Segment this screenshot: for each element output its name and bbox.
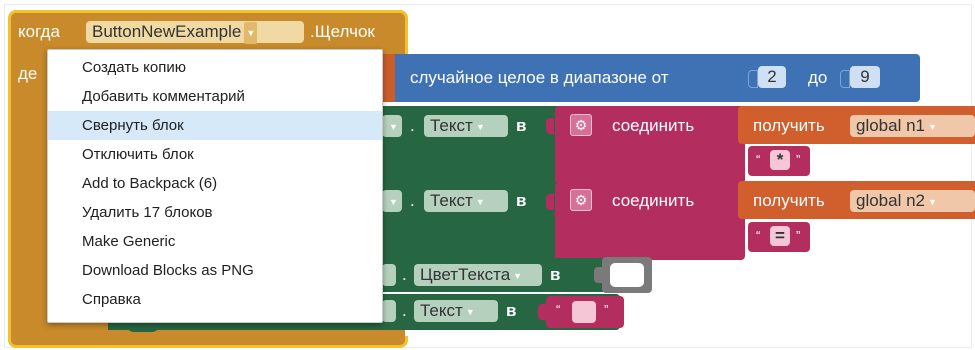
component-dropdown-row3[interactable] bbox=[382, 264, 396, 286]
join-mutator-button-2[interactable]: ⚙ bbox=[570, 189, 592, 211]
dot-label: . bbox=[402, 301, 407, 320]
join-socket-2 bbox=[546, 194, 554, 210]
property-name: Текст bbox=[430, 116, 473, 135]
dropdown-arrow-icon: ▼ bbox=[475, 121, 485, 132]
event-name-label: .Щелчок bbox=[310, 22, 375, 41]
string-input-1[interactable]: * bbox=[770, 150, 790, 170]
component-dropdown-row2[interactable]: ▼ bbox=[382, 190, 402, 212]
close-quote: ” bbox=[604, 302, 609, 317]
block-context-menu[interactable]: Создать копию Добавить комментарий Сверн… bbox=[47, 49, 383, 323]
random-from-socket bbox=[748, 70, 758, 88]
empty-string-input[interactable] bbox=[572, 301, 596, 323]
menu-item-delete-blocks[interactable]: Удалить 17 блоков bbox=[48, 198, 382, 227]
gear-icon: ⚙ bbox=[574, 117, 588, 133]
close-quote: ” bbox=[796, 152, 801, 167]
dropdown-arrow-icon: ▼ bbox=[928, 196, 937, 207]
dropdown-arrow-icon: ▼ bbox=[389, 121, 398, 132]
dropdown-arrow-icon: ▼ bbox=[465, 306, 475, 317]
color-socket bbox=[594, 267, 602, 283]
join-socket-1 bbox=[546, 118, 554, 134]
dropdown-arrow-icon: ▼ bbox=[244, 21, 258, 44]
open-quote: “ bbox=[756, 152, 761, 167]
menu-item-add-to-backpack[interactable]: Add to Backpack (6) bbox=[48, 169, 382, 198]
menu-item-make-generic[interactable]: Make Generic bbox=[48, 227, 382, 256]
set-to-label: в bbox=[516, 191, 527, 210]
variable-dropdown-1[interactable]: global n1 ▼ bbox=[850, 115, 975, 137]
event-when-label: когда bbox=[18, 22, 60, 41]
dropdown-arrow-icon: ▼ bbox=[513, 270, 523, 281]
dropdown-arrow-icon: ▼ bbox=[475, 196, 485, 207]
join-label: соединить bbox=[612, 116, 695, 135]
set-to-label: в bbox=[516, 116, 527, 135]
close-quote: ” bbox=[796, 228, 801, 243]
component-name: ButtonNewExample bbox=[92, 22, 242, 41]
menu-item-add-comment[interactable]: Добавить комментарий bbox=[48, 82, 382, 111]
property-name: Текст bbox=[430, 191, 473, 210]
menu-item-duplicate[interactable]: Создать копию bbox=[48, 53, 382, 82]
dropdown-arrow-icon: ▼ bbox=[389, 196, 398, 207]
variable-name: global n2 bbox=[856, 191, 926, 210]
variable-name: global n1 bbox=[856, 116, 926, 135]
string-input-2[interactable]: = bbox=[770, 226, 790, 246]
gear-icon: ⚙ bbox=[574, 192, 588, 208]
dot-label: . bbox=[410, 116, 415, 135]
property-name: ЦветТекста bbox=[420, 265, 511, 284]
menu-item-help[interactable]: Справка bbox=[48, 285, 382, 314]
color-swatch-white[interactable] bbox=[610, 263, 644, 287]
menu-item-collapse-block[interactable]: Свернуть блок bbox=[48, 111, 382, 140]
event-do-label: де bbox=[18, 64, 38, 83]
random-from-input[interactable]: 2 bbox=[758, 66, 786, 88]
component-dropdown-row1[interactable]: ▼ bbox=[382, 115, 402, 137]
set-to-label: в bbox=[506, 301, 517, 320]
variable-dropdown-2[interactable]: global n2 ▼ bbox=[850, 190, 975, 212]
get-label: получить bbox=[753, 191, 825, 210]
setter-stub-top bbox=[381, 54, 395, 102]
join-label: соединить bbox=[612, 191, 695, 210]
random-to-label: до bbox=[808, 68, 828, 87]
property-name: Текст bbox=[420, 301, 463, 320]
get-label: получить bbox=[753, 116, 825, 135]
dropdown-arrow-icon: ▼ bbox=[928, 121, 937, 132]
random-to-socket bbox=[840, 70, 850, 88]
random-to-input[interactable]: 9 bbox=[850, 66, 880, 88]
join-mutator-button-1[interactable]: ⚙ bbox=[570, 114, 592, 136]
component-dropdown[interactable]: ButtonNewExample ▼ bbox=[86, 21, 304, 44]
string-socket bbox=[538, 304, 546, 320]
menu-item-download-png[interactable]: Download Blocks as PNG bbox=[48, 256, 382, 285]
open-quote: “ bbox=[556, 302, 561, 317]
component-dropdown-row4[interactable] bbox=[382, 300, 396, 322]
set-to-label: в bbox=[550, 265, 561, 284]
property-dropdown-row4[interactable]: Текст ▼ bbox=[414, 300, 498, 322]
random-integer-label: случайное целое в диапазоне от bbox=[410, 68, 669, 87]
property-dropdown-row3[interactable]: ЦветТекста ▼ bbox=[414, 264, 542, 286]
dot-label: . bbox=[402, 265, 407, 284]
property-dropdown-row2[interactable]: Текст ▼ bbox=[424, 190, 508, 212]
menu-item-disable-block[interactable]: Отключить блок bbox=[48, 140, 382, 169]
open-quote: “ bbox=[756, 228, 761, 243]
property-dropdown-row1[interactable]: Текст ▼ bbox=[424, 115, 508, 137]
dot-label: . bbox=[410, 191, 415, 210]
